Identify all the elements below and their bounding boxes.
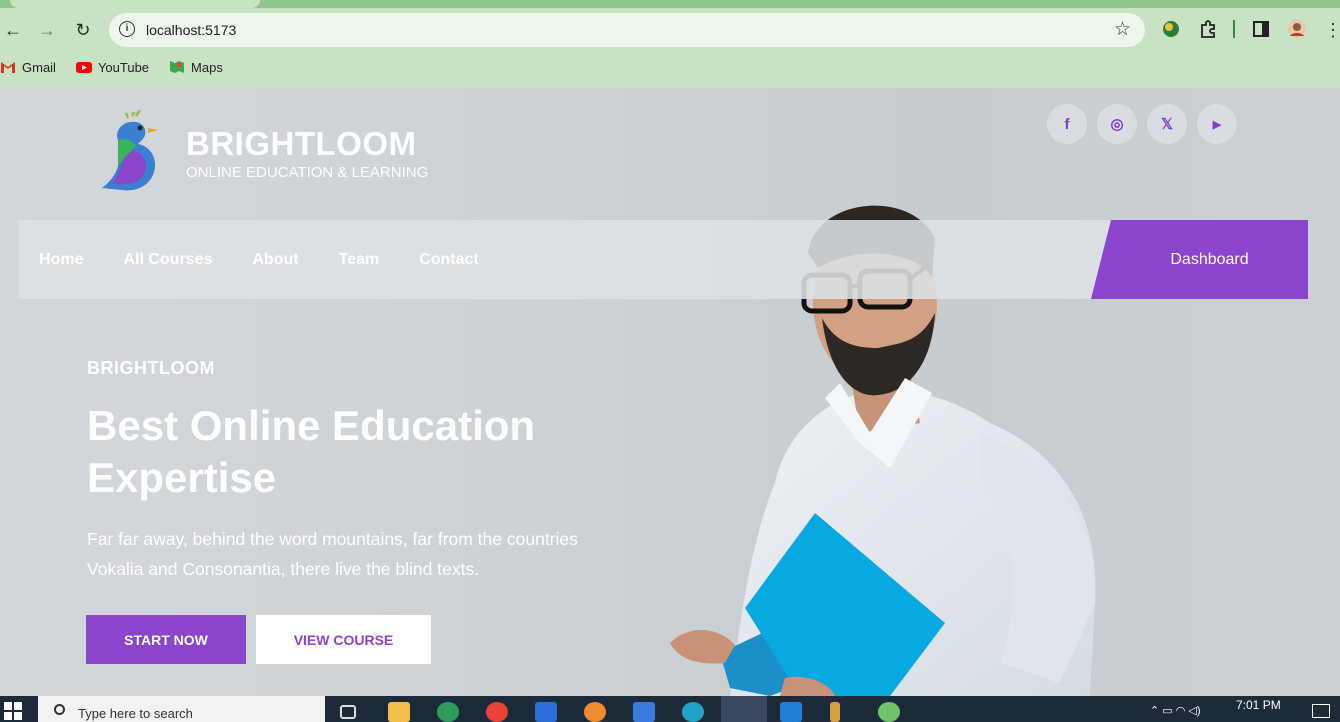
bookmark-gmail[interactable]: Gmail — [0, 56, 56, 78]
hero-title: Best Online Education Expertise — [87, 402, 536, 501]
brightloom-logo-icon — [102, 110, 158, 191]
url-text[interactable]: localhost:5173 — [146, 22, 236, 38]
toolbar-divider — [1233, 20, 1235, 38]
app-green-icon[interactable] — [437, 702, 459, 722]
view-course-button[interactable]: VIEW COURSE — [256, 615, 431, 664]
windows-start-icon[interactable] — [4, 702, 22, 720]
youtube-icon — [75, 62, 92, 73]
bookmark-maps[interactable]: Maps — [169, 56, 223, 78]
search-icon — [54, 704, 65, 715]
taskbar-clock[interactable]: 7:01 PM — [1236, 698, 1281, 712]
forward-icon[interactable]: → — [34, 17, 60, 43]
store-icon[interactable] — [633, 702, 655, 722]
active-tab[interactable] — [10, 0, 260, 8]
extensions-puzzle-icon[interactable] — [1198, 19, 1218, 39]
browser-chrome: ← → ↻ i localhost:5173 ☆ ⋮ Gmail YouTube — [0, 0, 1340, 88]
instagram-icon[interactable]: ◎ — [1097, 104, 1137, 144]
chrome-active-icon[interactable] — [721, 696, 767, 722]
bookmark-label: Maps — [191, 59, 223, 75]
back-icon[interactable]: ← — [0, 17, 26, 43]
tab-strip — [0, 0, 1340, 8]
brand-name: BRIGHTLOOM — [186, 125, 417, 162]
x-icon[interactable]: 𝕏 — [1147, 104, 1187, 144]
bookmark-star-icon[interactable]: ☆ — [1114, 18, 1131, 41]
bookmarks-bar: Gmail YouTube Maps — [0, 56, 223, 78]
extension-globe-icon[interactable] — [1161, 19, 1181, 39]
hero-description: Far far away, behind the word mountains,… — [87, 529, 578, 579]
bookmark-label: Gmail — [22, 59, 56, 75]
nav-all-courses[interactable]: All Courses — [123, 251, 212, 269]
edge-icon[interactable] — [682, 702, 704, 722]
browser-menu-icon[interactable]: ⋮ — [1320, 17, 1340, 43]
mail-icon[interactable] — [535, 702, 557, 722]
start-now-button[interactable]: START NOW — [86, 615, 246, 664]
side-panel-icon[interactable] — [1251, 19, 1271, 39]
social-links: f ◎ 𝕏 ▶ — [1047, 104, 1237, 144]
nav-contact[interactable]: Contact — [419, 251, 479, 269]
hero-eyebrow: BRIGHTLOOM — [87, 358, 215, 378]
brand-tagline: ONLINE EDUCATION & LEARNING — [186, 164, 429, 181]
maps-icon — [170, 61, 185, 73]
nav-about[interactable]: About — [252, 251, 298, 269]
search-placeholder: Type here to search — [78, 706, 193, 721]
gmail-icon — [1, 62, 15, 73]
task-view-icon[interactable] — [340, 705, 356, 719]
site-info-icon[interactable]: i — [119, 21, 135, 37]
brand[interactable]: BRIGHTLOOM ONLINE EDUCATION & LEARNING — [96, 110, 428, 194]
main-nav: Home All Courses About Team Contact Dash… — [19, 220, 1308, 299]
pencil-icon[interactable] — [830, 702, 840, 722]
youtube-icon[interactable]: ▶ — [1197, 104, 1237, 144]
bookmark-youtube[interactable]: YouTube — [75, 56, 150, 78]
taskbar-search[interactable]: Type here to search — [38, 696, 325, 722]
facebook-icon[interactable]: f — [1047, 104, 1087, 144]
chrome-icon[interactable] — [486, 702, 508, 722]
bookmark-label: YouTube — [97, 59, 150, 75]
webpage: BRIGHTLOOM ONLINE EDUCATION & LEARNING f… — [0, 88, 1340, 696]
system-tray-icons[interactable]: ⌃ ▭ ◠ ◁) — [1150, 704, 1201, 717]
windows-taskbar: Type here to search ⌃ ▭ ◠ ◁) 7:01 PM — [0, 696, 1340, 722]
address-bar[interactable]: i localhost:5173 ☆ — [109, 13, 1145, 47]
vscode-icon[interactable] — [780, 702, 802, 722]
dashboard-button[interactable]: Dashboard — [1091, 220, 1308, 299]
profile-avatar-icon[interactable] — [1287, 19, 1307, 39]
notification-icon[interactable] — [1312, 704, 1330, 718]
nav-team[interactable]: Team — [339, 251, 380, 269]
paint-icon[interactable] — [878, 702, 900, 722]
file-explorer-icon[interactable] — [388, 702, 410, 722]
reload-icon[interactable]: ↻ — [70, 17, 96, 43]
dashboard-label: Dashboard — [1170, 250, 1249, 268]
firefox-icon[interactable] — [584, 702, 606, 722]
nav-home[interactable]: Home — [39, 251, 83, 269]
